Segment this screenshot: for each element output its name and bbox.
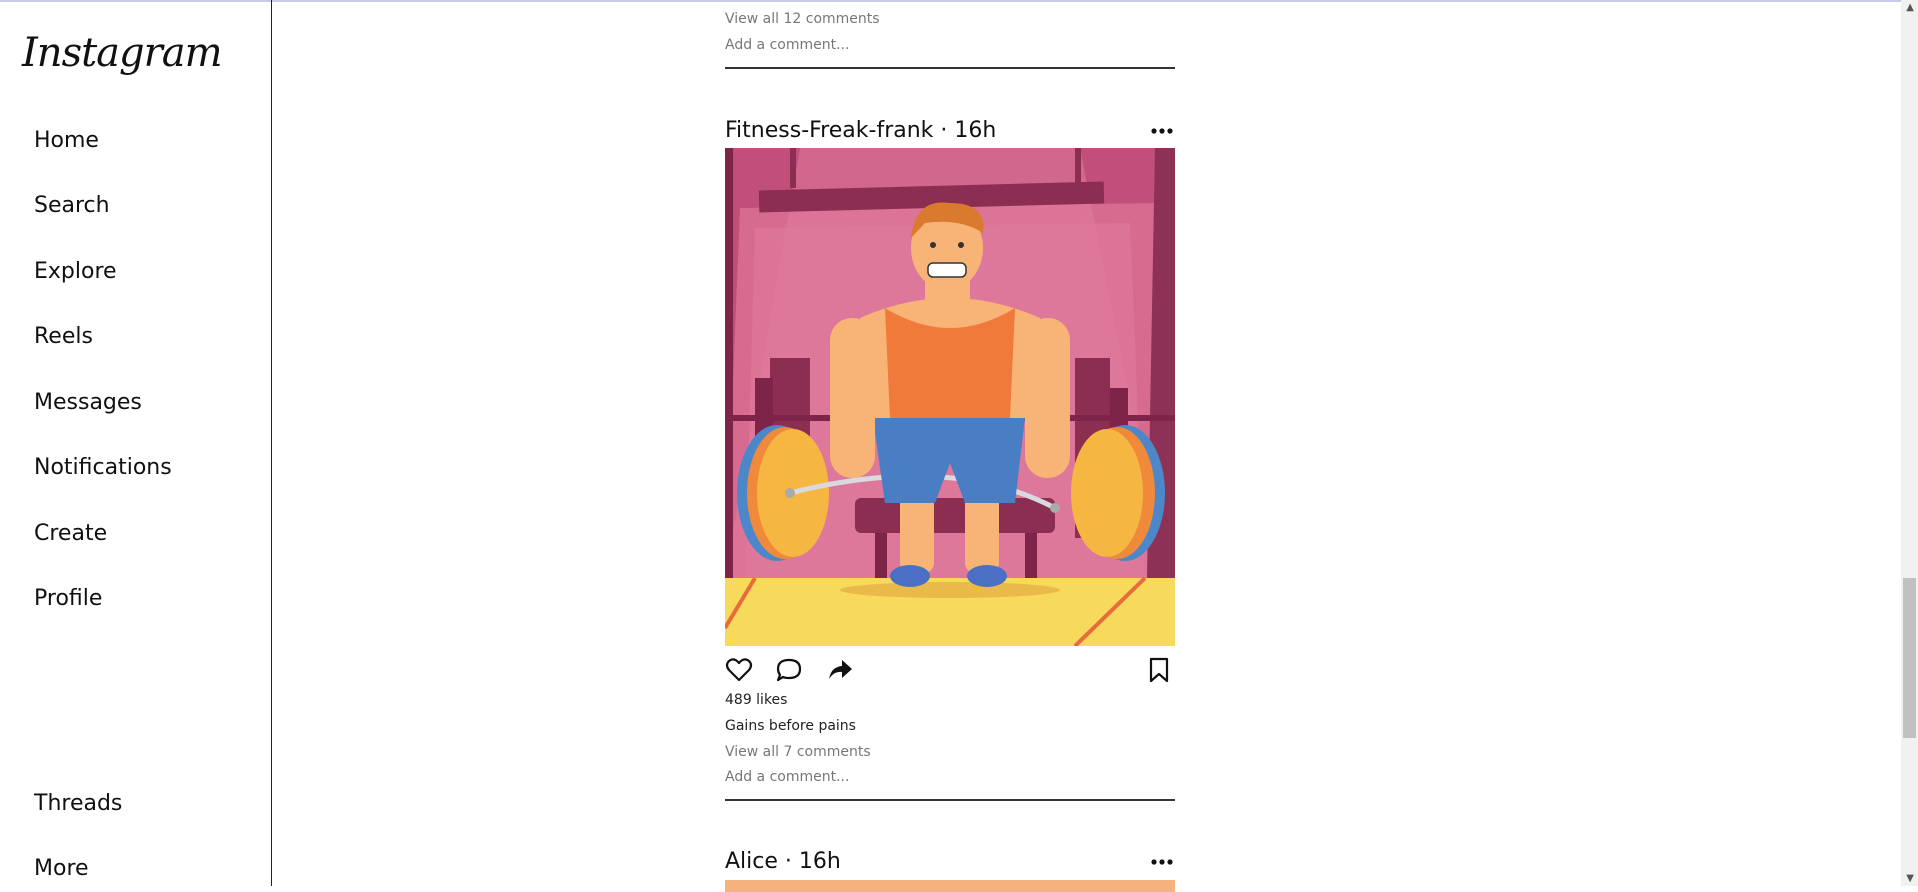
- post-username-time[interactable]: Fitness-Freak-frank · 16h: [725, 118, 996, 143]
- scroll-down-icon[interactable]: ▼: [1906, 873, 1914, 884]
- sidebar: Instagram Home Search Explore Reels Mess…: [0, 0, 272, 886]
- instagram-logo[interactable]: Instagram: [22, 30, 223, 76]
- scrollbar-thumb[interactable]: [1903, 578, 1916, 738]
- sidebar-item-profile[interactable]: Profile: [34, 586, 102, 611]
- scrollbar[interactable]: ▲ ▼: [1901, 0, 1918, 886]
- sidebar-item-search[interactable]: Search: [34, 193, 110, 218]
- more-horizontal-icon[interactable]: [1151, 128, 1173, 134]
- more-horizontal-icon[interactable]: [1151, 859, 1173, 865]
- sidebar-item-reels[interactable]: Reels: [34, 324, 93, 349]
- sidebar-item-more[interactable]: More: [34, 856, 89, 881]
- add-comment-input[interactable]: Add a comment...: [725, 769, 849, 785]
- sidebar-item-create[interactable]: Create: [34, 521, 107, 546]
- post-image[interactable]: [725, 148, 1175, 646]
- sidebar-item-threads[interactable]: Threads: [34, 791, 122, 816]
- post-divider: [725, 67, 1175, 69]
- post-header: Fitness-Freak-frank · 16h: [725, 118, 1175, 146]
- likes-count: 489 likes: [725, 692, 788, 708]
- view-all-comments-link[interactable]: View all 7 comments: [725, 744, 871, 760]
- scroll-up-icon[interactable]: ▲: [1906, 2, 1914, 13]
- post-actions: [725, 656, 1175, 686]
- bookmark-icon[interactable]: [1145, 656, 1173, 684]
- add-comment-input[interactable]: Add a comment...: [725, 37, 849, 53]
- post-username-time[interactable]: Alice · 16h: [725, 849, 841, 874]
- sidebar-item-home[interactable]: Home: [34, 128, 99, 153]
- post-image[interactable]: [725, 880, 1175, 892]
- comment-bubble-icon[interactable]: [775, 656, 803, 684]
- heart-icon[interactable]: [725, 656, 753, 684]
- weightlifter-illustration: [725, 148, 1175, 646]
- sidebar-item-messages[interactable]: Messages: [34, 390, 142, 415]
- sidebar-item-notifications[interactable]: Notifications: [34, 455, 172, 480]
- post-caption: Gains before pains: [725, 718, 856, 734]
- post-header: Alice · 16h: [725, 849, 1175, 877]
- share-arrow-icon[interactable]: [826, 656, 854, 684]
- top-border: [0, 0, 1918, 2]
- sidebar-item-explore[interactable]: Explore: [34, 259, 117, 284]
- post-divider: [725, 799, 1175, 801]
- view-all-comments-link[interactable]: View all 12 comments: [725, 11, 880, 27]
